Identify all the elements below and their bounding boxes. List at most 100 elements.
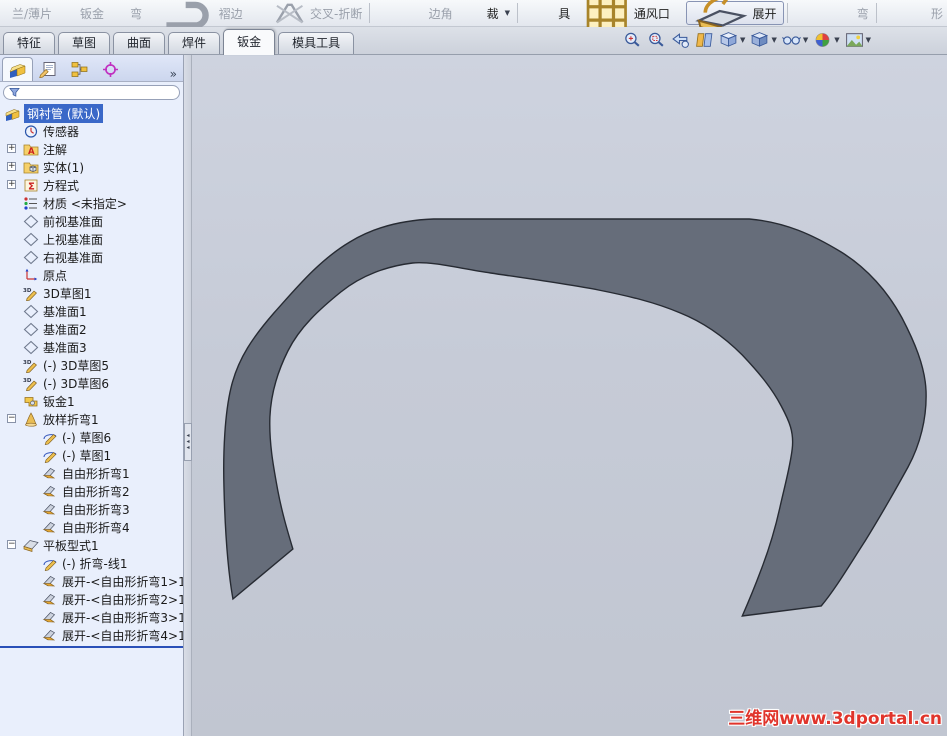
tree-item[interactable]: (-) 折弯-线1: [0, 554, 183, 572]
panel-tab-dimxpert[interactable]: [95, 57, 126, 81]
tree-item[interactable]: 3D (-) 3D草图6: [0, 374, 183, 392]
configurationmanager-icon: [70, 61, 89, 78]
tab-sheet-metal[interactable]: 钣金: [223, 29, 276, 55]
tree-item[interactable]: − 平板型式1: [0, 536, 183, 554]
tree-item-label: 展开-<自由形折弯3>1: [62, 610, 183, 625]
tree-item[interactable]: 原点: [0, 266, 183, 284]
dropdown-arrow-icon[interactable]: ▼: [834, 36, 839, 44]
feature-filter-input[interactable]: [23, 87, 174, 98]
tree-item-label: 材质 <未指定>: [43, 196, 127, 211]
tree-item[interactable]: 自由形折弯1: [0, 464, 183, 482]
graphics-viewport[interactable]: 三维网www.3dportal.cn: [192, 55, 947, 736]
tree-item[interactable]: + A 注解: [0, 140, 183, 158]
collapse-minus-icon[interactable]: −: [7, 540, 16, 549]
panel-tab-featuremanager[interactable]: [2, 57, 33, 81]
tree-item[interactable]: 展开-<自由形折弯4>1: [0, 626, 183, 644]
tree-item[interactable]: 传感器: [0, 122, 183, 140]
part-canvas[interactable]: [192, 55, 947, 736]
dropdown-arrow-icon[interactable]: ▼: [771, 36, 776, 44]
tree-item-label: 自由形折弯3: [62, 502, 130, 517]
tree-item[interactable]: 前视基准面: [0, 212, 183, 230]
edit-appearance-button[interactable]: ▼: [813, 31, 840, 49]
tree-item[interactable]: 展开-<自由形折弯2>1: [0, 590, 183, 608]
tree-item[interactable]: 3D 3D草图1: [0, 284, 183, 302]
panel-tab-configurationmanager[interactable]: [64, 57, 95, 81]
plane-icon: [23, 250, 39, 265]
hide-show-items-button[interactable]: ▼: [781, 31, 808, 49]
expand-plus-icon[interactable]: +: [7, 144, 16, 153]
tree-item-label: 展开-<自由形折弯1>1: [62, 574, 183, 589]
view-orientation-button[interactable]: ▼: [719, 31, 745, 49]
toolbar-button-label: 边角: [428, 6, 453, 21]
collapse-minus-icon[interactable]: −: [7, 414, 16, 423]
panel-tab-propertymanager[interactable]: [33, 57, 64, 81]
tree-item-label: 注解: [43, 142, 68, 157]
tree-item[interactable]: 基准面2: [0, 320, 183, 338]
tree-item[interactable]: 基准面1: [0, 302, 183, 320]
annotations-icon: A: [23, 142, 39, 157]
toolbar-unfold-button[interactable]: 展开: [685, 0, 785, 36]
material-icon: [23, 196, 39, 211]
zoom-area-button[interactable]: [647, 31, 666, 49]
tree-item[interactable]: 自由形折弯4: [0, 518, 183, 536]
toolbar-bend-button: 弯: [853, 1, 873, 25]
flat-pattern-icon: [23, 538, 39, 553]
tree-item[interactable]: 基准面3: [0, 338, 183, 356]
flat-pattern-shape[interactable]: [223, 218, 927, 617]
sheet-metal-icon: [23, 394, 39, 409]
section-view-button[interactable]: [695, 31, 714, 49]
tree-item[interactable]: 自由形折弯2: [0, 482, 183, 500]
zoom-fit-button[interactable]: [623, 31, 642, 49]
bend-icon: [42, 592, 58, 607]
panel-tabs-overflow-chevron[interactable]: »: [170, 67, 177, 81]
tree-item[interactable]: 材质 <未指定>: [0, 194, 183, 212]
display-style-button[interactable]: ▼: [750, 31, 777, 49]
tab-sketch[interactable]: 草图: [58, 32, 111, 54]
sketch3d-icon: 3D: [23, 358, 39, 373]
toolbar-tool-button[interactable]: 具: [554, 1, 574, 25]
tree-item[interactable]: − 放样折弯1: [0, 410, 183, 428]
tree-item[interactable]: 3D (-) 3D草图5: [0, 356, 183, 374]
tree-item-label: 展开-<自由形折弯2>1: [62, 592, 183, 607]
dropdown-arrow-icon[interactable]: ▼: [803, 36, 808, 44]
tree-item[interactable]: + Σ 方程式: [0, 176, 183, 194]
cross-break-icon: [273, 0, 306, 29]
tab-features[interactable]: 特征: [3, 32, 56, 54]
tree-item[interactable]: + 实体(1): [0, 158, 183, 176]
command-manager-tab-row: 特征 草图 曲面 焊件 钣金 模具工具 ▼ ▼ ▼ ▼ ▼: [0, 27, 947, 55]
tree-item-label: 钢衬管 (默认): [24, 103, 104, 123]
toolbar-trim-button[interactable]: 裁 ▼: [483, 1, 514, 25]
svg-text:A: A: [28, 147, 35, 157]
dropdown-arrow-icon[interactable]: ▼: [866, 36, 871, 44]
tree-item[interactable]: 展开-<自由形折弯1>1: [0, 572, 183, 590]
tab-mold-tools[interactable]: 模具工具: [278, 32, 355, 54]
expand-plus-icon[interactable]: +: [7, 162, 16, 171]
dropdown-arrow-icon[interactable]: ▼: [505, 9, 510, 17]
tree-item[interactable]: 展开-<自由形折弯3>1: [0, 608, 183, 626]
tree-item[interactable]: 右视基准面: [0, 248, 183, 266]
apply-scene-button[interactable]: ▼: [845, 31, 871, 49]
tree-item[interactable]: (-) 草图6: [0, 428, 183, 446]
tree-item-label: 基准面1: [43, 304, 87, 319]
apply-scene-icon: [845, 31, 864, 49]
expand-plus-icon[interactable]: +: [7, 180, 16, 189]
tree-item-label: 平板型式1: [43, 538, 99, 553]
filter-box[interactable]: [3, 85, 180, 100]
splitter-collapse-handle[interactable]: ◂ ◂ ◂: [184, 423, 192, 461]
tree-item[interactable]: (-) 草图1: [0, 446, 183, 464]
panel-splitter[interactable]: ◂ ◂ ◂: [184, 55, 192, 736]
tree-item[interactable]: 钢衬管 (默认): [0, 103, 183, 123]
tree-item[interactable]: 钣金1: [0, 392, 183, 410]
bend-icon: [42, 628, 58, 643]
tab-weldments[interactable]: 焊件: [168, 32, 221, 54]
rollback-bar[interactable]: [0, 646, 183, 648]
toolbar-vent-button[interactable]: 通风口: [580, 0, 674, 32]
dropdown-arrow-icon[interactable]: ▼: [740, 36, 745, 44]
previous-view-button[interactable]: [671, 31, 690, 49]
sketch3d-icon: 3D: [23, 376, 39, 391]
tree-item[interactable]: 自由形折弯3: [0, 500, 183, 518]
svg-text:Σ: Σ: [28, 181, 35, 192]
sheet-metal-toolbar: 兰/薄片 钣金弯褶边 交叉-折断 边角裁 ▼ 具通风口 展开弯形: [0, 0, 947, 36]
tree-item[interactable]: 上视基准面: [0, 230, 183, 248]
tab-surfaces[interactable]: 曲面: [113, 32, 166, 54]
